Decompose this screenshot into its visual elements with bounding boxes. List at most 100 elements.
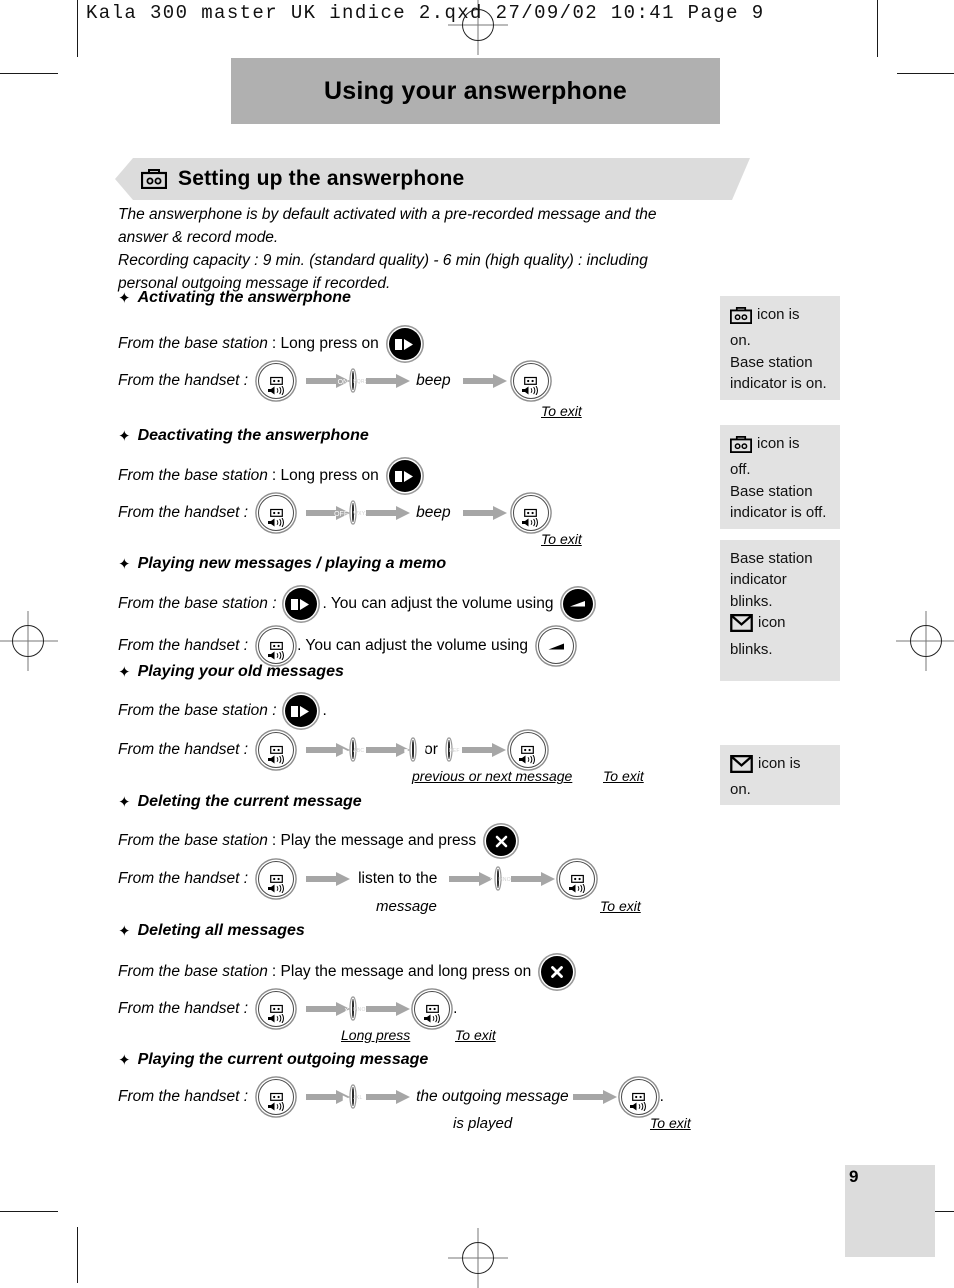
bullet-diamond-icon: ✦ <box>118 794 131 811</box>
keypad-key-9[interactable]: 9 OFF WXYZ <box>334 503 368 522</box>
beep-label: beep <box>416 504 451 521</box>
handset-answerphone-key[interactable] <box>258 1079 295 1115</box>
speaker-mini-icon <box>522 382 539 395</box>
caption-message: message <box>376 898 437 915</box>
row-deactivating-base: From the base station : Long press on <box>118 460 421 492</box>
handset-volume-button[interactable] <box>538 628 575 664</box>
registration-mark-right <box>896 611 954 671</box>
base-delete-button[interactable] <box>541 956 574 988</box>
note-answerphone-off: icon is off. Base station indicator is o… <box>720 425 840 529</box>
row-deleting-all-base: From the base station : Play the message… <box>118 956 574 988</box>
row-deleting-current-handset: From the handset : listen to the 6 x MNO <box>118 861 596 897</box>
crop-mark-top-right-vertical <box>877 0 878 57</box>
handset-answerphone-key-exit[interactable] <box>512 495 549 531</box>
note-line-4: icon <box>758 614 786 632</box>
arrow-icon <box>366 374 411 388</box>
speaker-mini-icon <box>522 514 539 527</box>
keypad-key-7[interactable]: 7 ON PQRS <box>338 371 368 390</box>
envelope-icon <box>730 755 753 779</box>
handset-label: From the handset : <box>118 637 249 654</box>
handset-answerphone-key-exit[interactable] <box>559 861 596 897</box>
handset-answerphone-key-exit[interactable] <box>414 991 451 1027</box>
handset-answerphone-key-exit[interactable] <box>620 1079 657 1115</box>
keypad-key-1[interactable]: 1 ■ <box>404 740 427 759</box>
cassette-mini-icon <box>524 504 537 517</box>
envelope-icon <box>730 614 753 638</box>
cassette-mini-icon <box>269 741 283 754</box>
handset-answerphone-key-exit[interactable] <box>509 732 546 768</box>
cassette-mini-icon <box>269 637 283 650</box>
base-station-label: From the base station <box>118 963 268 980</box>
handset-answerphone-key[interactable] <box>258 732 295 768</box>
handset-answerphone-key[interactable] <box>258 861 295 897</box>
intro-paragraph: The answerphone is by default activated … <box>118 204 718 296</box>
trailing-dot: . <box>453 1000 458 1017</box>
cassette-icon <box>141 169 167 189</box>
base-station-text: : Long press on <box>271 335 379 352</box>
handset-answerphone-key-exit[interactable] <box>512 363 549 399</box>
cassette-mini-icon <box>269 1000 283 1013</box>
handset-label: From the handset : <box>118 372 249 389</box>
registration-mark-bottom <box>448 1228 508 1288</box>
heading-playing-new: ✦ Playing new messages / playing a memo <box>118 555 446 573</box>
handset-label: From the handset : <box>118 870 249 887</box>
row-activating-handset: From the handset : 7 ON PQRS beep <box>118 363 549 399</box>
cassette-mini-icon <box>425 1000 439 1013</box>
arrow-icon <box>366 506 411 520</box>
base-station-label: From the base station : <box>118 595 277 612</box>
heading-activating: ✦ Activating the answerphone <box>118 289 351 307</box>
row-deleting-current-base: From the base station : Play the message… <box>118 826 517 856</box>
caption-to-exit: To exit <box>541 531 582 547</box>
base-play-button[interactable] <box>284 588 317 620</box>
handset-answerphone-key[interactable] <box>258 495 295 531</box>
base-play-button[interactable] <box>388 460 421 492</box>
listen-to-the-label: listen to the <box>358 870 438 887</box>
intro-line-2: answer & record mode. <box>118 228 279 246</box>
keypad-key-7-sup: ON <box>337 379 349 386</box>
cassette-mini-icon <box>521 741 535 754</box>
speaker-mini-icon <box>630 1098 647 1111</box>
keypad-key-2[interactable]: 2 ▶ ABC <box>343 740 367 759</box>
heading-deleting-current-label: Deleting the current message <box>137 793 362 810</box>
note-line-5: blinks. <box>730 640 773 658</box>
cassette-icon <box>729 436 753 459</box>
base-station-text: : Long press on <box>271 467 379 484</box>
keypad-key-5[interactable]: 5 ▶ JKL <box>343 1087 367 1106</box>
handset-answerphone-key[interactable] <box>258 991 295 1027</box>
base-station-label: From the base station <box>118 467 268 484</box>
handset-label: From the handset : <box>118 1088 249 1105</box>
keypad-key-6[interactable]: 6 x MNO <box>345 999 367 1018</box>
caption-to-exit: To exit <box>541 403 582 419</box>
bullet-diamond-icon: ✦ <box>118 664 131 681</box>
base-play-button[interactable] <box>388 328 421 360</box>
bullet-diamond-icon: ✦ <box>118 290 131 307</box>
play-glyph-icon: ▶ <box>342 748 349 755</box>
base-delete-button[interactable] <box>486 826 517 856</box>
crop-mark-top-left-horizontal <box>0 73 58 74</box>
base-volume-button[interactable] <box>563 589 594 619</box>
trailing-dot: . <box>659 1088 664 1105</box>
heading-deleting-all: ✦ Deleting all messages <box>118 922 305 940</box>
bullet-diamond-icon: ✦ <box>118 556 131 573</box>
intro-line-3: Recording capacity : 9 min. (standard qu… <box>118 251 648 269</box>
arrow-icon <box>306 872 351 886</box>
base-play-button[interactable] <box>284 695 317 727</box>
keypad-key-1-number: 1 <box>420 744 428 759</box>
base-station-label: From the base station <box>118 335 268 352</box>
handset-answerphone-key[interactable] <box>258 628 295 664</box>
heading-playing-old-label: Playing your old messages <box>137 663 344 680</box>
keypad-key-3[interactable]: 3 ▶ DEF <box>439 740 463 759</box>
base-volume-text: . You can adjust the volume using <box>322 595 554 612</box>
bullet-diamond-icon: ✦ <box>118 428 131 445</box>
play-glyph-icon: ▶ <box>438 748 444 755</box>
note-line-1: icon is <box>758 755 801 772</box>
handset-answerphone-key[interactable] <box>258 363 295 399</box>
keypad-key-6[interactable]: 6 x MNO <box>490 869 513 888</box>
base-station-text: : Play the message and press <box>271 832 477 849</box>
speaker-mini-icon <box>267 647 285 660</box>
heading-deactivating-label: Deactivating the answerphone <box>137 427 369 444</box>
play-glyph-icon: ▶ <box>342 1095 349 1102</box>
arrow-icon <box>366 1002 411 1016</box>
speaker-mini-icon <box>267 751 285 764</box>
base-station-text: : Play the message and long press on <box>271 963 532 980</box>
